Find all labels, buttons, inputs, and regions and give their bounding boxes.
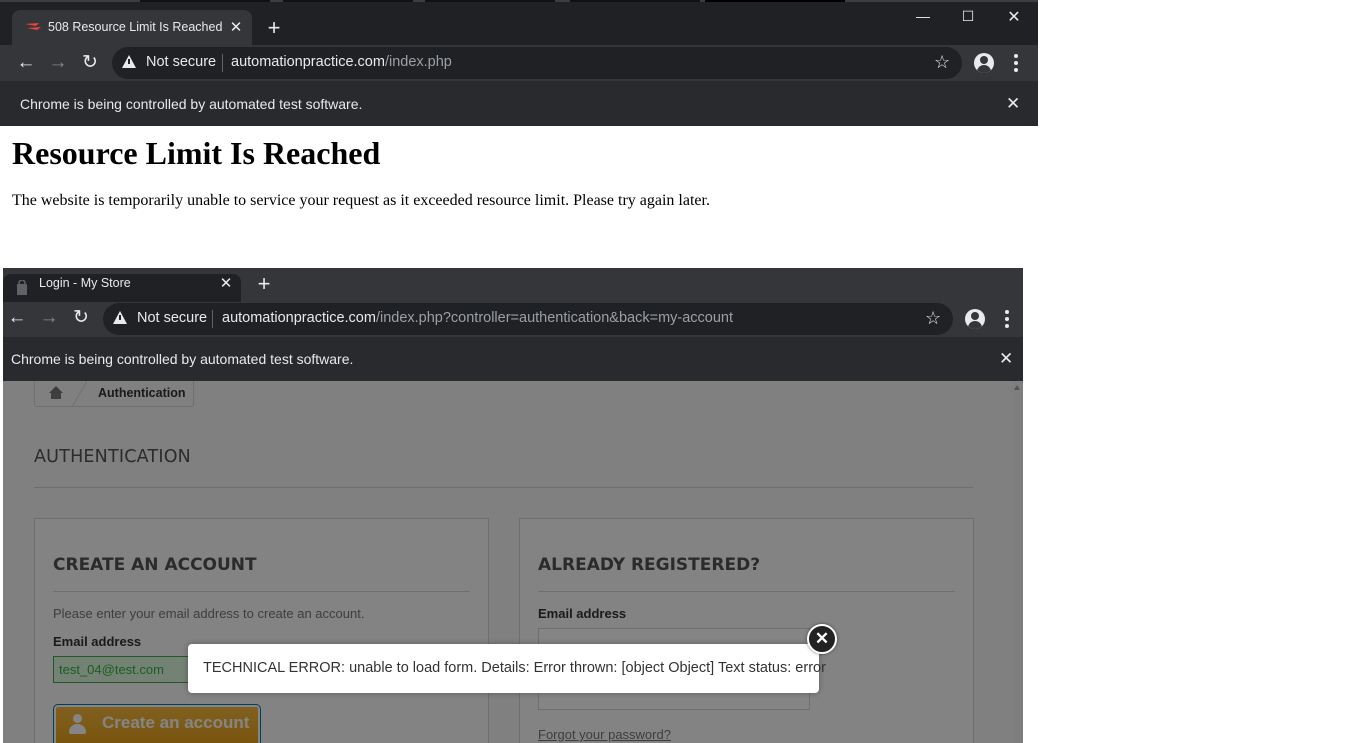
toolbar: ← → ↻ Not secure automationpractice.com/…	[0, 45, 1038, 81]
infobar-message: Chrome is being controlled by automated …	[11, 351, 354, 367]
forward-button[interactable]: →	[37, 306, 61, 330]
omnibox-separator	[222, 54, 223, 72]
error-modal-message: TECHNICAL ERROR: unable to load form. De…	[203, 660, 826, 676]
back-button[interactable]: ←	[14, 51, 38, 75]
url-host: automationpractice.com	[222, 310, 376, 326]
address-bar[interactable]: Not secure automationpractice.com/index.…	[103, 303, 953, 335]
browser-window-login: Login - My Store ✕ + ← → ↻ Not secure au…	[3, 268, 1023, 743]
back-button[interactable]: ←	[5, 306, 29, 330]
infobar-close-icon[interactable]: ✕	[1006, 95, 1020, 112]
browser-window-error: 508 Resource Limit Is Reached ✕ + — ☐ ✕ …	[0, 0, 1038, 274]
address-bar[interactable]: Not secure automationpractice.com/index.…	[112, 47, 962, 79]
url-path: /index.php?controller=authentication&bac…	[375, 310, 734, 326]
tab-close-icon[interactable]: ✕	[228, 20, 244, 36]
bookmark-star-icon[interactable]: ☆	[925, 308, 941, 329]
taskbar-strip	[0, 0, 1038, 2]
login-page: Authentication AUTHENTICATION CREATE AN …	[3, 381, 1023, 743]
automation-infobar: Chrome is being controlled by automated …	[3, 337, 1023, 381]
warning-icon	[113, 311, 127, 324]
tab-title: Login - My Store	[39, 276, 131, 290]
infobar-close-icon[interactable]: ✕	[999, 350, 1013, 367]
profile-icon[interactable]	[965, 309, 985, 329]
toolbar: ← → ↻ Not secure automationpractice.com/…	[3, 302, 1023, 337]
url-host: automationpractice.com	[231, 54, 385, 70]
reload-button[interactable]: ↻	[78, 51, 102, 75]
tab-resource-limit[interactable]: 508 Resource Limit Is Reached ✕	[12, 10, 252, 45]
bookmark-star-icon[interactable]: ☆	[934, 52, 950, 73]
forward-button[interactable]: →	[46, 51, 70, 75]
modal-close-icon[interactable]: ✕	[807, 624, 837, 654]
maximize-button[interactable]: ☐	[957, 8, 979, 25]
error-modal: TECHNICAL ERROR: unable to load form. De…	[188, 644, 826, 693]
error-page: Resource Limit Is Reached The website is…	[3, 126, 1038, 274]
minimize-button[interactable]: —	[912, 8, 934, 24]
tab-login[interactable]: Login - My Store ✕	[3, 274, 241, 302]
new-tab-button[interactable]: +	[253, 273, 275, 295]
tab-close-icon[interactable]: ✕	[218, 276, 234, 292]
reload-button[interactable]: ↻	[69, 306, 93, 330]
omnibox-separator	[212, 310, 213, 328]
profile-icon[interactable]	[974, 53, 994, 73]
url-path: /index.php	[384, 54, 452, 70]
tab-favicon-icon	[25, 23, 41, 30]
error-message: The website is temporarily unable to ser…	[12, 192, 710, 209]
title-bar: 508 Resource Limit Is Reached ✕ + — ☐ ✕	[0, 0, 1038, 45]
tab-title: 508 Resource Limit Is Reached	[48, 20, 223, 34]
menu-icon[interactable]	[1014, 54, 1018, 75]
error-heading: Resource Limit Is Reached	[12, 135, 381, 171]
menu-icon[interactable]	[1005, 310, 1009, 331]
url-text[interactable]: automationpractice.com/index.php?control…	[222, 310, 733, 326]
security-label[interactable]: Not secure	[137, 310, 207, 326]
close-window-button[interactable]: ✕	[1003, 7, 1025, 27]
automation-infobar: Chrome is being controlled by automated …	[0, 81, 1038, 126]
url-text[interactable]: automationpractice.com/index.php	[231, 54, 452, 70]
tab-favicon-icon	[17, 280, 27, 295]
infobar-message: Chrome is being controlled by automated …	[20, 96, 363, 112]
title-bar: Login - My Store ✕ +	[3, 268, 1023, 302]
security-label[interactable]: Not secure	[146, 54, 216, 70]
warning-icon	[122, 55, 136, 68]
new-tab-button[interactable]: +	[263, 17, 285, 39]
